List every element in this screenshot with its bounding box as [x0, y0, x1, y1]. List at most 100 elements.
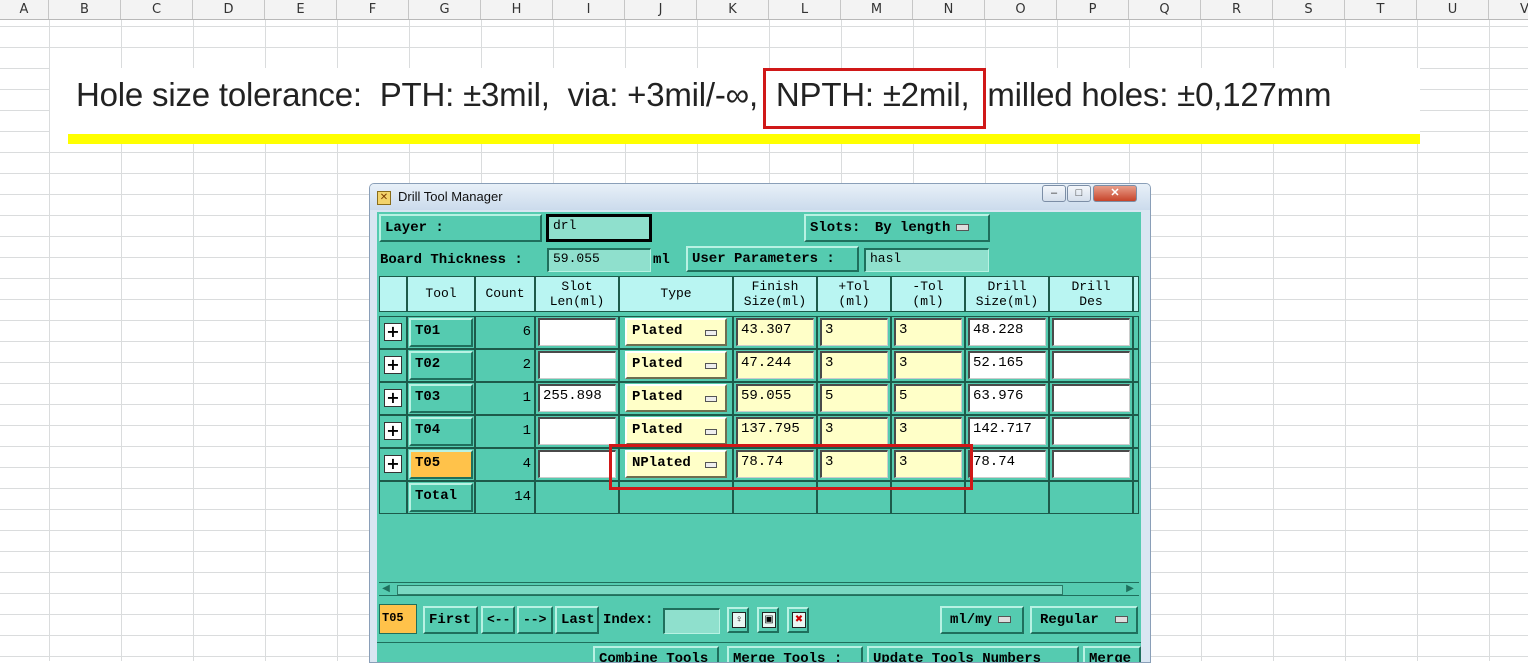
- finish-size-input[interactable]: 59.055: [736, 384, 814, 412]
- column-header-d[interactable]: D: [193, 0, 265, 19]
- type-value: Plated: [632, 422, 683, 438]
- minimize-icon[interactable]: –: [1042, 185, 1066, 202]
- layer-field[interactable]: drl: [546, 214, 652, 242]
- tool-button[interactable]: T02: [409, 351, 473, 380]
- slots-value[interactable]: By length: [875, 220, 951, 236]
- drill-size-input[interactable]: 52.165: [968, 351, 1046, 379]
- combine-tools-button[interactable]: Combine Tools: [593, 646, 719, 662]
- drill-des-input[interactable]: [1052, 318, 1130, 346]
- column-header-h[interactable]: H: [481, 0, 553, 19]
- type-dropdown[interactable]: Plated: [625, 384, 727, 412]
- minus-tol-input[interactable]: 3: [894, 318, 962, 346]
- expand-row-icon[interactable]: +: [384, 422, 402, 440]
- tool-button[interactable]: T04: [409, 417, 473, 446]
- column-header-v[interactable]: V: [1489, 0, 1528, 19]
- drill-des-input[interactable]: [1052, 351, 1130, 379]
- slot-length-input[interactable]: [538, 450, 616, 478]
- horizontal-scrollbar[interactable]: ◀ ▶: [379, 582, 1139, 596]
- expand-row-icon[interactable]: +: [384, 323, 402, 341]
- layer-label-button[interactable]: Layer :: [379, 214, 542, 242]
- close-icon[interactable]: ✕: [1093, 185, 1137, 202]
- drill-des-input[interactable]: [1052, 384, 1130, 412]
- column-header-k[interactable]: K: [697, 0, 769, 19]
- finish-size-input[interactable]: 43.307: [736, 318, 814, 346]
- slots-control[interactable]: Slots: By length: [804, 214, 990, 242]
- column-header-r[interactable]: R: [1201, 0, 1273, 19]
- column-header-b[interactable]: B: [49, 0, 121, 19]
- finish-size-input[interactable]: 137.795: [736, 417, 814, 445]
- drill-size-input[interactable]: 48.228: [968, 318, 1046, 346]
- drill-size-input[interactable]: 63.976: [968, 384, 1046, 412]
- column-header-drill-des: Drill Des: [1049, 276, 1133, 312]
- delete-icon-button[interactable]: ✖: [787, 607, 809, 633]
- drill-size-input[interactable]: 78.74: [968, 450, 1046, 478]
- merge-tools-label[interactable]: Merge Tools :: [727, 646, 863, 662]
- scroll-right-icon[interactable]: ▶: [1123, 583, 1137, 595]
- slot-length-input[interactable]: [538, 417, 616, 445]
- update-tools-numbers-dropdown[interactable]: Update Tools Numbers: [867, 646, 1079, 662]
- mode-dropdown[interactable]: Regular: [1030, 606, 1138, 634]
- column-header-i[interactable]: I: [553, 0, 625, 19]
- merge-button[interactable]: Merge: [1083, 646, 1141, 662]
- units-dropdown[interactable]: ml/my: [940, 606, 1024, 634]
- minus-tol-input[interactable]: 3: [894, 351, 962, 379]
- finish-size-input[interactable]: 47.244: [736, 351, 814, 379]
- save-icon-button[interactable]: ▣: [757, 607, 779, 633]
- column-header-n[interactable]: N: [913, 0, 985, 19]
- column-header-s[interactable]: S: [1273, 0, 1345, 19]
- plus-tol-input[interactable]: 3: [820, 417, 888, 445]
- drill-des-input[interactable]: [1052, 450, 1130, 478]
- minus-tol-input[interactable]: 3: [894, 417, 962, 445]
- column-header-m[interactable]: M: [841, 0, 913, 19]
- index-input[interactable]: [663, 608, 720, 634]
- tool-count: 4: [522, 456, 531, 472]
- drill-des-input[interactable]: [1052, 417, 1130, 445]
- prev-button[interactable]: <--: [481, 606, 515, 634]
- tool-button[interactable]: T01: [409, 318, 473, 347]
- user-parameters-button[interactable]: User Parameters :: [686, 246, 859, 272]
- table-cell: [1133, 448, 1139, 481]
- column-header-f[interactable]: F: [337, 0, 409, 19]
- expand-row-icon[interactable]: +: [384, 455, 402, 473]
- column-header-g[interactable]: G: [409, 0, 481, 19]
- column-header-q[interactable]: Q: [1129, 0, 1201, 19]
- plus-tol-input[interactable]: 3: [820, 351, 888, 379]
- slot-length-input[interactable]: [538, 318, 616, 346]
- column-header-t[interactable]: T: [1345, 0, 1417, 19]
- bulb-icon-button[interactable]: ♀: [727, 607, 749, 633]
- type-value: Plated: [632, 389, 683, 405]
- dropdown-indicator-icon: [705, 363, 717, 369]
- minus-tol-input[interactable]: 5: [894, 384, 962, 412]
- slot-length-input[interactable]: 255.898: [538, 384, 616, 412]
- drill-size-input[interactable]: 142.717: [968, 417, 1046, 445]
- user-parameters-input[interactable]: hasl: [864, 248, 989, 272]
- maximize-icon[interactable]: □: [1067, 185, 1091, 202]
- column-header-c[interactable]: C: [121, 0, 193, 19]
- plus-tol-input[interactable]: 3: [820, 318, 888, 346]
- type-dropdown[interactable]: Plated: [625, 351, 727, 379]
- first-button[interactable]: First: [423, 606, 478, 634]
- column-header-o[interactable]: O: [985, 0, 1057, 19]
- tool-button[interactable]: T05: [409, 450, 473, 479]
- column-header-tool: Tool: [407, 276, 475, 312]
- scroll-left-icon[interactable]: ◀: [379, 583, 393, 595]
- type-dropdown[interactable]: Plated: [625, 318, 727, 346]
- column-header-p[interactable]: P: [1057, 0, 1129, 19]
- board-thickness-input[interactable]: 59.055: [547, 248, 651, 272]
- expand-row-icon[interactable]: +: [384, 356, 402, 374]
- dropdown-indicator-icon: [956, 223, 970, 231]
- column-header-l[interactable]: L: [769, 0, 841, 19]
- window-title: Drill Tool Manager: [398, 189, 503, 204]
- next-button[interactable]: -->: [517, 606, 553, 634]
- slot-length-input[interactable]: [538, 351, 616, 379]
- expand-row-icon[interactable]: +: [384, 389, 402, 407]
- column-header-u[interactable]: U: [1417, 0, 1489, 19]
- type-dropdown[interactable]: Plated: [625, 417, 727, 445]
- column-header-j[interactable]: J: [625, 0, 697, 19]
- column-header-e[interactable]: E: [265, 0, 337, 19]
- tool-button[interactable]: T03: [409, 384, 473, 413]
- scrollbar-thumb[interactable]: [397, 585, 1063, 595]
- plus-tol-input[interactable]: 5: [820, 384, 888, 412]
- column-header-a[interactable]: A: [0, 0, 49, 19]
- last-button[interactable]: Last: [555, 606, 599, 634]
